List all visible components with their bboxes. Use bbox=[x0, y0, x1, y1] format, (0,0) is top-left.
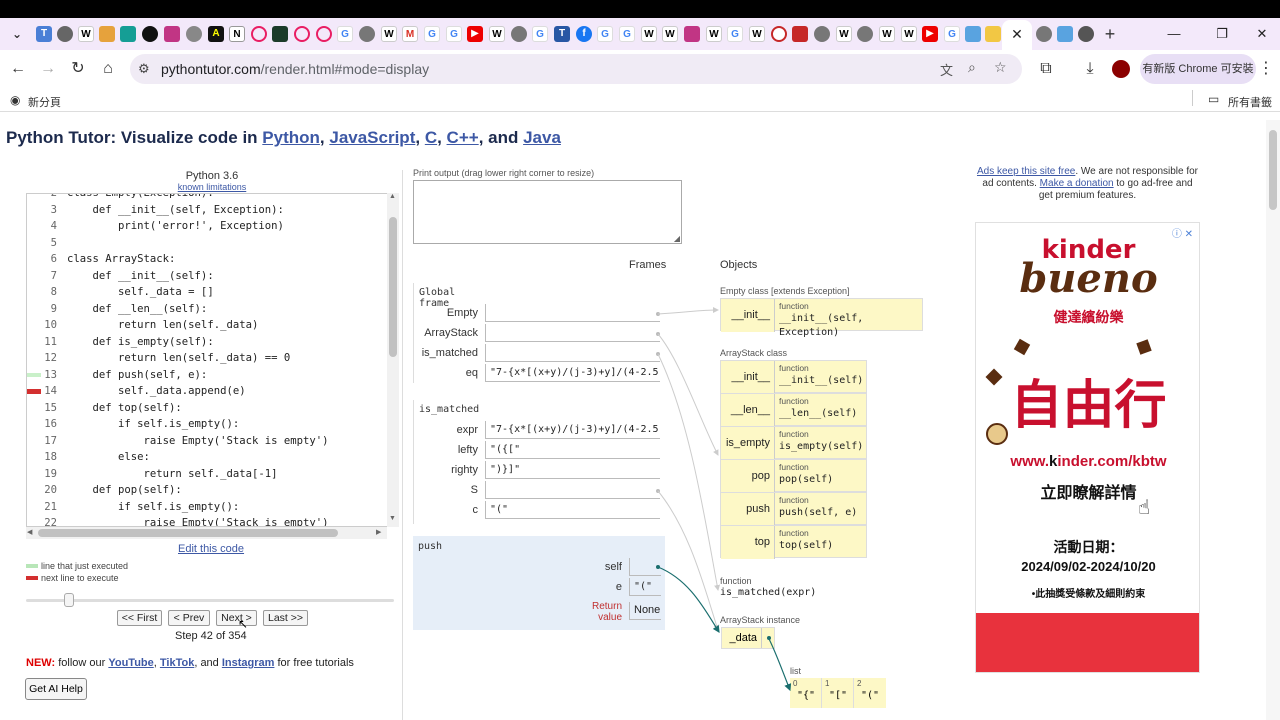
hand-pointer-icon: ☝ bbox=[1138, 497, 1151, 519]
page-scroll-thumb[interactable] bbox=[1269, 130, 1277, 210]
ad-site: www.kinder.com/kbtw bbox=[976, 453, 1199, 470]
ad-product: bueno bbox=[1019, 255, 1158, 302]
ad-site-pre: www. bbox=[1010, 453, 1050, 470]
chocolate-piece-icon bbox=[1013, 338, 1031, 356]
arrow-s bbox=[657, 490, 720, 631]
advertisement[interactable]: ⓘ ✕ kinder bueno 健達繽紛樂 自由行 www.kinder.co… bbox=[975, 222, 1200, 673]
ad-subtitle: 健達繽紛樂 bbox=[1053, 309, 1124, 325]
ad-site-post: inder.com/kbtw bbox=[1057, 453, 1167, 470]
arrow-empty bbox=[657, 307, 719, 315]
arrow-is-matched bbox=[657, 353, 721, 591]
ad-red-band bbox=[976, 613, 1199, 672]
arrow-arraystack bbox=[657, 333, 719, 456]
chocolate-piece-icon bbox=[1136, 339, 1152, 355]
donation-link[interactable]: Make a donation bbox=[1040, 178, 1114, 189]
ad-disclaimer: •此抽獎受條款及細則約束 bbox=[1031, 589, 1146, 600]
ad-headline: 自由行 bbox=[1010, 376, 1167, 436]
ad-cta[interactable]: 立即瞭解詳情 bbox=[976, 479, 1199, 503]
ads-keep-free-link[interactable]: Ads keep this site free bbox=[977, 166, 1075, 177]
page-scrollbar[interactable] bbox=[1266, 120, 1280, 720]
ad-dates: 2024/09/02-2024/10/20 bbox=[1021, 559, 1156, 574]
arrow-data bbox=[767, 636, 792, 692]
ad-date-label: 活動日期： bbox=[1053, 539, 1124, 555]
arrow-self bbox=[657, 566, 720, 634]
ad-note: Ads keep this site free. We are not resp… bbox=[975, 166, 1200, 202]
hazelnut-icon bbox=[986, 423, 1008, 445]
